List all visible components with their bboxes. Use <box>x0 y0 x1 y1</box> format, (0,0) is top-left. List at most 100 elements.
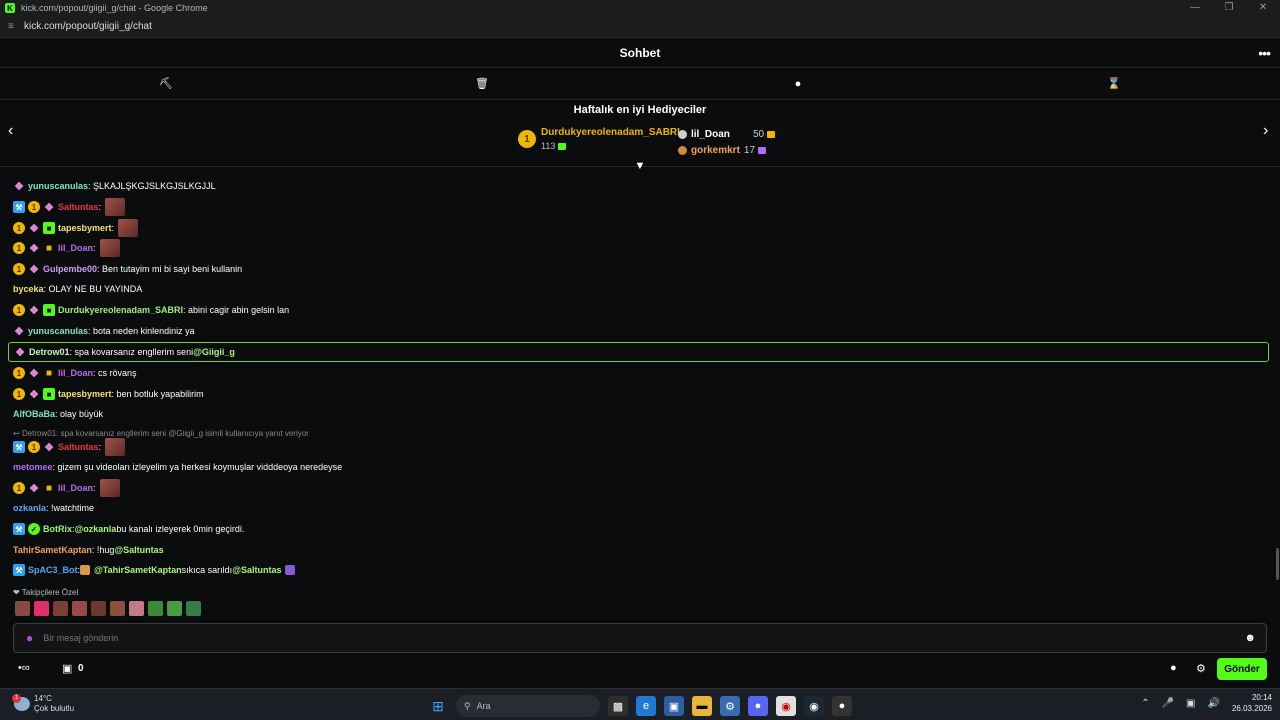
chevron-left-icon[interactable]: ‹ <box>8 122 13 140</box>
chat-message[interactable]: AlfOBaBa : olay büyük <box>13 404 103 424</box>
emote-button[interactable] <box>34 601 49 616</box>
microphone-icon[interactable]: ● <box>26 631 33 645</box>
taskbar-search[interactable]: ⚲ Ara <box>456 695 600 717</box>
chat-message[interactable]: 1 ❖ ■ Durdukyereolenadam_SABRI : abini c… <box>13 300 289 320</box>
emote-button[interactable] <box>148 601 163 616</box>
top-gifter-first[interactable]: 1 Durdukyereolenadam_SABRI 113 <box>518 127 680 151</box>
network-icon[interactable]: ▣ <box>1186 698 1195 709</box>
minimize-icon[interactable]: — <box>1178 0 1212 16</box>
message-username[interactable]: TahirSametKaptan <box>13 545 92 555</box>
hourglass-icon[interactable]: ⌛ <box>1106 76 1122 92</box>
url-text[interactable]: kick.com/popout/giigii_g/chat <box>24 21 152 32</box>
chrome-icon[interactable]: ◉ <box>776 696 796 716</box>
message-mention[interactable]: @TahirSametKaptan <box>94 565 182 575</box>
more-options-icon[interactable]: ••• <box>1258 45 1271 61</box>
message-username[interactable]: Saltuntas <box>58 202 99 212</box>
followers-infinity-icon[interactable]: •∞ <box>18 662 30 674</box>
chat-message[interactable]: TahirSametKaptan : !hug @Saltuntas <box>13 540 164 560</box>
message-mention[interactable]: @ozkanla <box>75 524 117 534</box>
message-username[interactable]: lil_Doan <box>58 368 93 378</box>
emote-button[interactable] <box>167 601 182 616</box>
message-username[interactable]: tapesbymert <box>58 389 112 399</box>
message-username[interactable]: BotRix <box>43 524 72 534</box>
collapse-icon[interactable]: ▼ <box>634 160 646 172</box>
emote-button[interactable] <box>15 601 30 616</box>
message-username[interactable]: lil_Doan <box>58 483 93 493</box>
weather-widget[interactable]: 1 14°C Çok bulutlu <box>12 694 74 714</box>
chat-bubble-icon[interactable]: ● <box>1170 662 1177 674</box>
chat-message[interactable]: metomee : gizem şu videoları izleyelim y… <box>13 457 342 477</box>
message-username[interactable]: tapesbymert <box>58 223 112 233</box>
chat-toolbar: ⛏ 🗑 ● ⌛ <box>0 68 1280 100</box>
message-username[interactable]: AlfOBaBa <box>13 409 55 419</box>
message-username[interactable]: metomee <box>13 462 53 472</box>
chat-message[interactable]: 1 ❖ ■ tapesbymert : <box>13 218 139 238</box>
emote-button[interactable] <box>53 601 68 616</box>
chevron-up-icon[interactable]: ⌃ <box>1141 698 1149 709</box>
gear-icon[interactable]: ⚙ <box>1196 662 1206 675</box>
chat-message[interactable]: 1 ❖ ■ lil_Doan : <box>13 478 120 498</box>
top-gifter-second[interactable]: lil_Doan 50 <box>678 126 776 142</box>
emote-button[interactable] <box>110 601 125 616</box>
chat-message[interactable]: ❖ yunuscanulas : bota neden kinlendiniz … <box>13 321 195 341</box>
message-username[interactable]: byceka <box>13 284 44 294</box>
file-explorer-icon[interactable]: ▬ <box>692 696 712 716</box>
emoji-picker-icon[interactable]: ☻ <box>1244 632 1256 644</box>
message-mention[interactable]: @Giigii_g <box>193 347 235 357</box>
clock[interactable]: 20:14 26.03.2026 <box>1232 692 1272 714</box>
chat-message[interactable]: ⚒ 1 ❖ Saltuntas : <box>13 437 126 457</box>
emote-button[interactable] <box>129 601 144 616</box>
chat-message-highlighted[interactable]: ❖ Detrow01 : spa kovarsanız engllerim se… <box>8 342 1269 362</box>
microphone-icon[interactable]: 🎤 <box>1162 698 1174 709</box>
chat-footer: •∞ ▣ 0 ● ⚙ Gönder <box>0 658 1280 682</box>
chat-message[interactable]: 1 ❖ Gulpembe00 : Ben tutayim mi bi sayi … <box>13 259 242 279</box>
message-input[interactable] <box>43 633 1245 643</box>
store-app-icon[interactable]: ▣ <box>664 696 684 716</box>
emote-button[interactable] <box>72 601 87 616</box>
message-username[interactable]: lil_Doan <box>58 243 93 253</box>
chat-message[interactable]: ozkanla : !watchtime <box>13 498 94 518</box>
discord-icon[interactable]: ● <box>748 696 768 716</box>
message-username[interactable]: Durdukyereolenadam_SABRI <box>58 305 183 315</box>
chat-message[interactable]: 1 ❖ ■ tapesbymert : ben botluk yapabilir… <box>13 384 204 404</box>
store-icon[interactable]: ▣ <box>62 662 72 675</box>
chat-message[interactable]: ⚒ ✓ BotRix : @ozkanla bu kanalı izleyere… <box>13 519 244 539</box>
chat-message[interactable]: ⚒ SpAC3_Bot : @TahirSametKaptan sıkıca s… <box>13 560 296 580</box>
restore-icon[interactable]: ❐ <box>1212 0 1246 16</box>
message-mention[interactable]: @Saltuntas <box>114 545 163 555</box>
emote-button[interactable] <box>91 601 106 616</box>
task-view-icon[interactable]: ▩ <box>608 696 628 716</box>
volume-icon[interactable]: 🔊 <box>1208 698 1220 709</box>
edge-browser-icon[interactable]: e <box>636 696 656 716</box>
send-button[interactable]: Gönder <box>1217 658 1267 680</box>
pin-icon[interactable]: ⛏ <box>158 76 174 92</box>
windows-start-icon[interactable]: ⊞ <box>428 696 448 716</box>
app-icon[interactable]: ● <box>832 696 852 716</box>
chat-message[interactable]: 1 ❖ ■ lil_Doan : cs rövanş <box>13 363 137 383</box>
chat-message[interactable]: ❖ yunuscanulas : ŞLKAJLŞKGJSLKGJSLKGJJL <box>13 176 216 196</box>
chat-scrollbar[interactable] <box>1276 548 1279 580</box>
chevron-right-icon[interactable]: › <box>1263 122 1268 140</box>
message-username[interactable]: yunuscanulas <box>28 181 88 191</box>
message-username[interactable]: ozkanla <box>13 503 46 513</box>
chat-message[interactable]: byceka : OLAY NE BU YAYINDA <box>13 279 142 299</box>
top-gifter-third[interactable]: gorkemkrt 17 <box>678 142 775 158</box>
message-username[interactable]: Detrow01 <box>29 347 70 357</box>
message-username[interactable]: Saltuntas <box>58 442 99 452</box>
chat-message[interactable]: ⚒ 1 ❖ Saltuntas : <box>13 197 126 217</box>
emote-image <box>118 219 139 237</box>
message-username[interactable]: Gulpembe00 <box>43 264 97 274</box>
chat-bubble-icon[interactable]: ● <box>790 76 806 92</box>
message-text: : olay büyük <box>55 409 104 419</box>
message-username[interactable]: SpAC3_Bot <box>28 565 78 575</box>
emote-button[interactable] <box>186 601 201 616</box>
settings-app-icon[interactable]: ⚙ <box>720 696 740 716</box>
message-input-box[interactable]: ● ☻ <box>13 623 1267 653</box>
message-username[interactable]: yunuscanulas <box>28 326 88 336</box>
steam-icon[interactable]: ◉ <box>804 696 824 716</box>
site-info-icon[interactable]: ≡ <box>8 21 18 32</box>
close-icon[interactable]: ✕ <box>1246 0 1280 16</box>
trash-icon[interactable]: 🗑 <box>474 76 490 92</box>
chat-message[interactable]: 1 ❖ ■ lil_Doan : <box>13 238 120 258</box>
message-mention[interactable]: @Saltuntas <box>232 565 281 575</box>
